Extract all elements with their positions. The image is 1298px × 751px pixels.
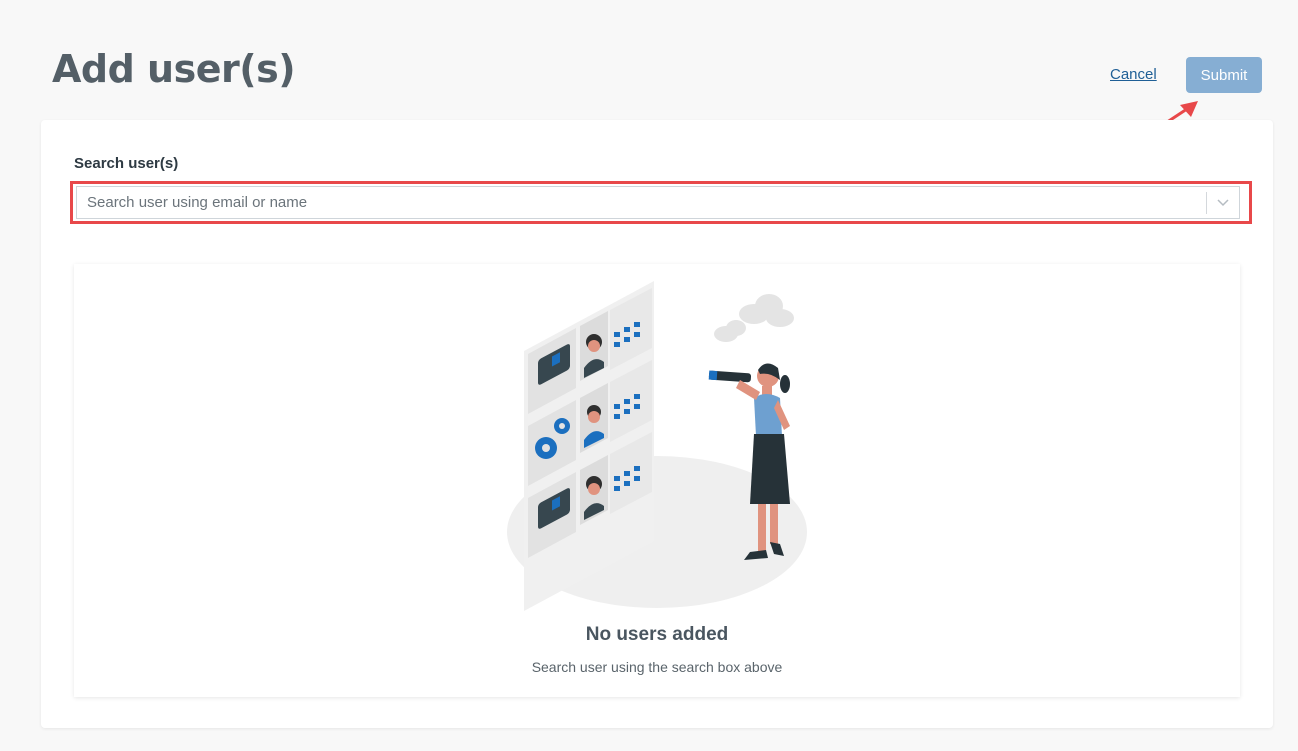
search-illustration — [507, 281, 807, 611]
empty-state-title: No users added — [585, 624, 729, 645]
search-select[interactable] — [76, 186, 1240, 219]
empty-state-panel: No users added Search user using the sea… — [74, 264, 1240, 697]
cancel-link[interactable]: Cancel — [1110, 66, 1157, 83]
add-users-card: Search user(s) Search user using email o… — [41, 120, 1273, 728]
page-title: Add user(s) — [52, 47, 296, 91]
search-input[interactable] — [77, 187, 1206, 218]
search-highlight-box — [70, 181, 1252, 224]
cloud-icon — [714, 294, 794, 342]
chevron-down-icon — [1217, 198, 1229, 206]
search-label: Search user(s) — [74, 155, 179, 172]
empty-state-subtitle: Search user using the search box above — [531, 659, 783, 675]
submit-button[interactable]: Submit — [1186, 57, 1262, 93]
dropdown-toggle[interactable] — [1207, 187, 1239, 218]
